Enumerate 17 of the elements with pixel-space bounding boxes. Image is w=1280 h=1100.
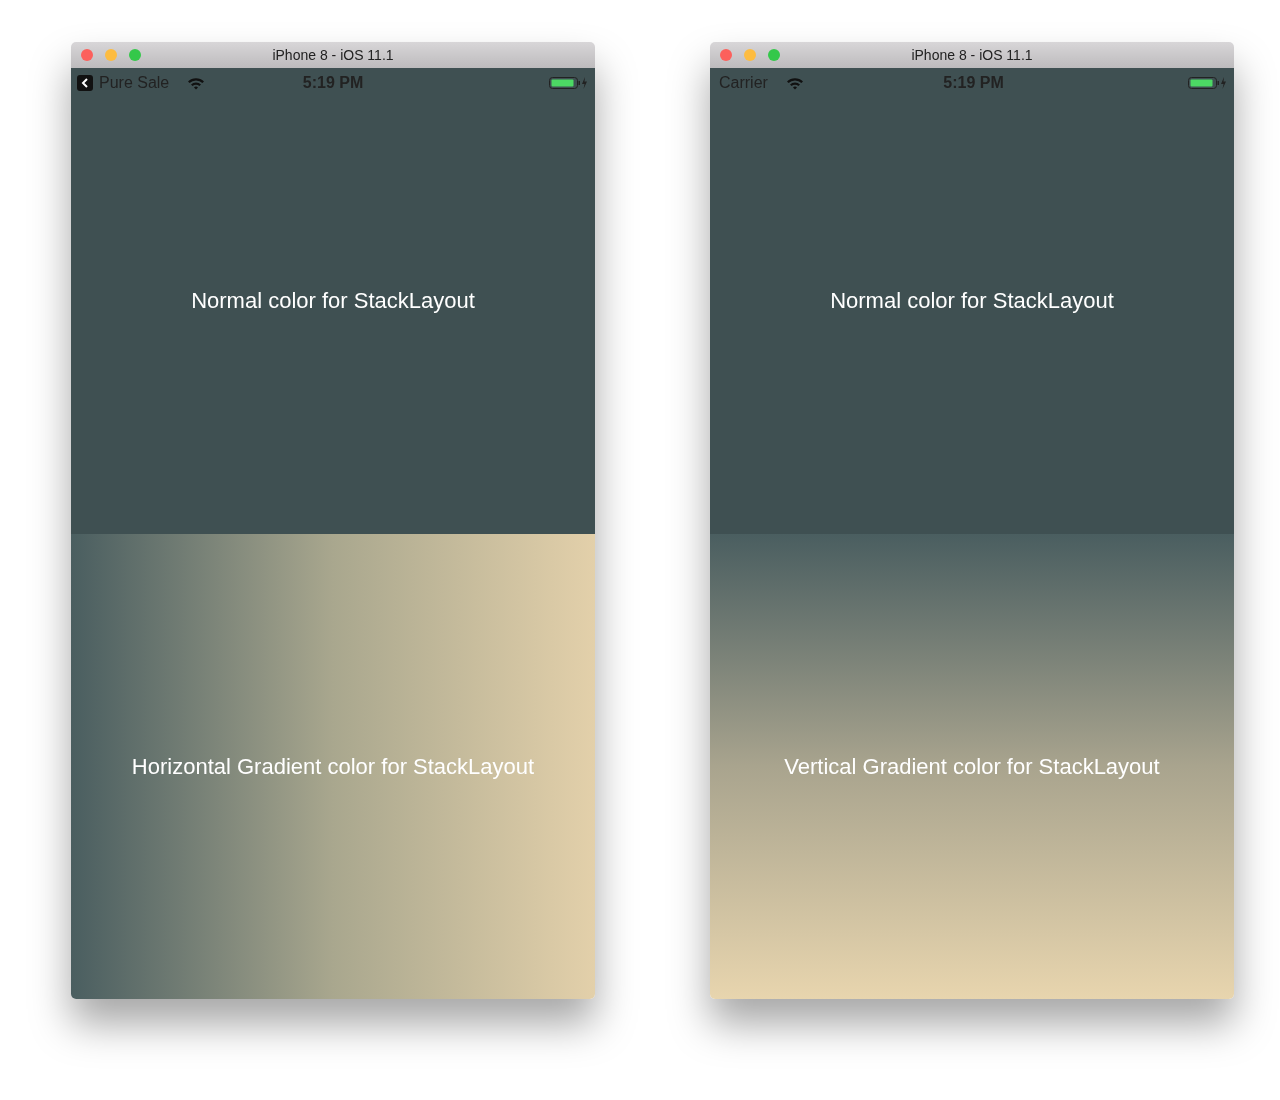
battery-icon [549,76,589,90]
window-title: iPhone 8 - iOS 11.1 [272,45,394,65]
wifi-icon [785,76,804,90]
panel-label: Vertical Gradient color for StackLayout [784,752,1160,781]
zoom-button[interactable] [768,49,780,61]
wifi-icon [187,76,206,90]
battery-icon [1188,76,1228,90]
window-title: iPhone 8 - iOS 11.1 [911,45,1033,65]
minimize-button[interactable] [105,49,117,61]
back-icon[interactable] [77,75,93,91]
close-button[interactable] [81,49,93,61]
panel-label: Normal color for StackLayout [191,287,475,316]
zoom-button[interactable] [129,49,141,61]
minimize-button[interactable] [744,49,756,61]
panel-label: Normal color for StackLayout [830,287,1114,316]
panel-label: Horizontal Gradient color for StackLayout [131,752,535,781]
close-button[interactable] [720,49,732,61]
